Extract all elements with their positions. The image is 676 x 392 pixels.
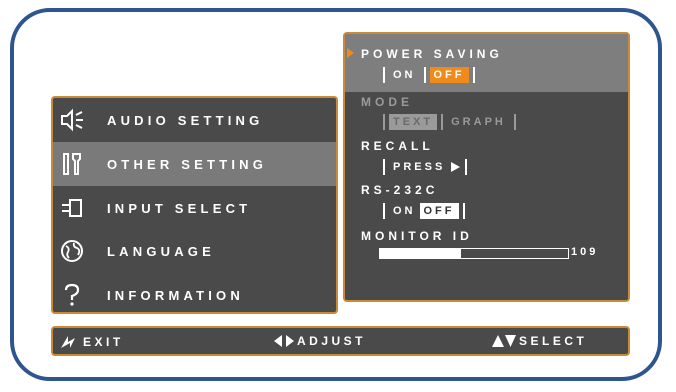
rs232c-off-option[interactable]: OFF	[419, 203, 459, 219]
menu-item-label: LANGUAGE	[107, 243, 215, 259]
menu-item-input-select[interactable]: INPUT SELECT	[53, 186, 336, 230]
separator	[462, 203, 465, 219]
globe-icon	[61, 240, 83, 262]
adjust-hint: ADJUST	[273, 334, 366, 348]
speaker-icon	[61, 108, 83, 132]
monitor-id-label: MONITOR ID	[361, 229, 473, 243]
up-down-arrows-icon	[492, 335, 516, 347]
mode-options: TEXT GRAPH	[379, 114, 520, 130]
plug-icon	[62, 199, 82, 217]
menu-item-audio-setting[interactable]: AUDIO SETTING	[53, 98, 336, 142]
exit-icon	[61, 336, 75, 348]
monitor-id-slider-fill	[380, 249, 461, 258]
separator	[465, 159, 468, 175]
mode-label: MODE	[361, 95, 413, 109]
hint-bar: EXIT ADJUST SELECT	[51, 326, 630, 356]
rs232c-on-option[interactable]: ON	[389, 203, 420, 219]
separator	[383, 159, 385, 175]
menu-item-language[interactable]: LANGUAGE	[53, 229, 336, 273]
separator	[383, 114, 385, 130]
exit-label: EXIT	[83, 335, 124, 349]
select-label: SELECT	[519, 334, 588, 348]
recall-control[interactable]: PRESS	[379, 159, 471, 175]
selection-pointer-icon	[347, 48, 354, 58]
separator	[423, 67, 426, 83]
recall-press-button[interactable]: PRESS	[389, 159, 449, 175]
monitor-id-slider[interactable]	[379, 248, 569, 259]
separator	[513, 114, 516, 130]
question-icon	[64, 283, 80, 306]
mode-graph-option: GRAPH	[451, 116, 506, 128]
separator	[383, 67, 385, 83]
select-hint: SELECT	[491, 334, 587, 348]
rs232c-label: RS-232C	[361, 183, 439, 197]
mode-text-option: TEXT	[389, 114, 438, 130]
adjust-label: ADJUST	[297, 334, 367, 348]
rs232c-options[interactable]: ON OFF	[379, 203, 469, 219]
main-menu: AUDIO SETTING OTHER SETTING INPUT SELECT…	[51, 96, 338, 314]
settings-panel: POWER SAVING ON OFF MODE TEXT GRAPH RECA…	[343, 32, 630, 302]
menu-item-label: INPUT SELECT	[107, 200, 252, 216]
monitor-id-value: 109	[571, 246, 599, 258]
play-arrow-icon	[451, 162, 461, 172]
exit-hint[interactable]: EXIT	[59, 334, 124, 350]
separator	[383, 203, 385, 219]
recall-label: RECALL	[361, 139, 434, 153]
selected-row-highlight	[345, 34, 628, 92]
separator	[441, 114, 444, 130]
menu-item-other-setting[interactable]: OTHER SETTING	[53, 142, 336, 186]
power-saving-off-option[interactable]: OFF	[429, 67, 469, 83]
separator	[472, 67, 475, 83]
power-saving-label: POWER SAVING	[361, 47, 503, 61]
power-saving-options[interactable]: ON OFF	[379, 67, 479, 83]
menu-item-label: OTHER SETTING	[107, 156, 268, 172]
menu-item-label: INFORMATION	[107, 287, 244, 303]
menu-item-label: AUDIO SETTING	[107, 112, 264, 128]
power-saving-on-option[interactable]: ON	[389, 67, 420, 83]
left-right-arrows-icon	[274, 335, 294, 347]
menu-item-information[interactable]: INFORMATION	[53, 273, 336, 312]
tools-icon	[63, 153, 81, 175]
